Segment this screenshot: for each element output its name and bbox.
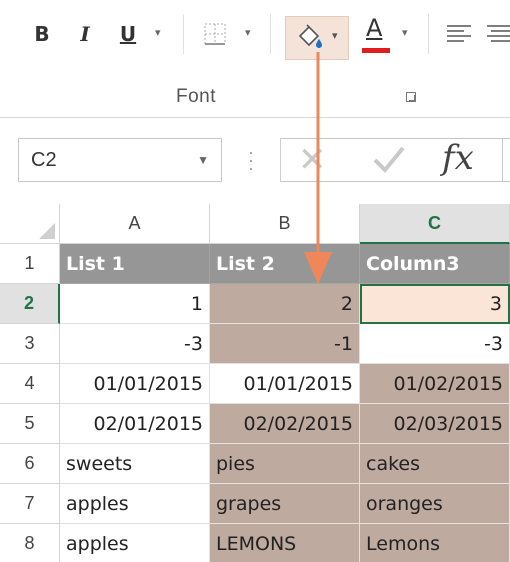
- cell-a7[interactable]: apples: [60, 484, 210, 524]
- cell-a6[interactable]: sweets: [60, 444, 210, 484]
- align-center-icon[interactable]: [486, 24, 510, 42]
- underline-button[interactable]: U: [113, 16, 143, 52]
- column-header-b[interactable]: B: [210, 204, 360, 244]
- ribbon-divider: [183, 14, 184, 54]
- cell-b4[interactable]: 01/01/2015: [210, 364, 360, 404]
- cell-c7[interactable]: oranges: [360, 484, 510, 524]
- borders-icon[interactable]: [203, 22, 227, 46]
- cell-a8[interactable]: apples: [60, 524, 210, 562]
- column-header-c[interactable]: C: [360, 204, 510, 244]
- cell-b1[interactable]: List 2: [210, 244, 360, 284]
- align-left-icon[interactable]: [446, 24, 472, 42]
- italic-button[interactable]: I: [70, 16, 100, 52]
- cell-c5[interactable]: 02/03/2015: [360, 404, 510, 444]
- ribbon: B I U ▾ ▾ ▾ A ▾ Font: [0, 0, 510, 118]
- row-header-2[interactable]: 2: [0, 284, 60, 324]
- column-header-a[interactable]: A: [60, 204, 210, 244]
- paint-bucket-icon: [298, 24, 322, 48]
- cell-c8[interactable]: Lemons: [360, 524, 510, 562]
- name-box[interactable]: C2 ▼: [18, 138, 222, 182]
- cell-a2[interactable]: 1: [60, 284, 210, 324]
- cell-b7[interactable]: grapes: [210, 484, 360, 524]
- cell-a3[interactable]: -3: [60, 324, 210, 364]
- borders-dropdown-icon[interactable]: ▾: [245, 26, 251, 39]
- select-all-icon: [39, 223, 55, 239]
- cell-a4[interactable]: 01/01/2015: [60, 364, 210, 404]
- font-color-label: A: [366, 14, 383, 42]
- cell-a5[interactable]: 02/01/2015: [60, 404, 210, 444]
- formula-bar: C2 ▼ · · · ✕ fx: [0, 118, 510, 204]
- formula-bar-divider: [502, 138, 503, 182]
- row-header-4[interactable]: 4: [0, 364, 60, 404]
- cell-c2[interactable]: 3: [360, 284, 510, 324]
- name-box-dropdown-icon[interactable]: ▼: [197, 153, 209, 167]
- font-color-swatch: [362, 48, 390, 53]
- font-color-dropdown-icon[interactable]: ▾: [402, 26, 408, 39]
- row-header-7[interactable]: 7: [0, 484, 60, 524]
- cell-c3[interactable]: -3: [360, 324, 510, 364]
- cell-b2[interactable]: 2: [210, 284, 360, 324]
- font-group-label: Font: [176, 86, 217, 107]
- ribbon-divider: [428, 14, 429, 54]
- resize-handle-icon[interactable]: · · ·: [248, 143, 254, 177]
- cell-b5[interactable]: 02/02/2015: [210, 404, 360, 444]
- cell-c1[interactable]: Column3: [360, 244, 510, 284]
- row-header-1[interactable]: 1: [0, 244, 60, 284]
- cell-c6[interactable]: cakes: [360, 444, 510, 484]
- row-header-6[interactable]: 6: [0, 444, 60, 484]
- bold-button[interactable]: B: [27, 16, 57, 52]
- cell-b3[interactable]: -1: [210, 324, 360, 364]
- select-all-button[interactable]: [0, 204, 60, 244]
- fill-color-button[interactable]: ▾: [285, 16, 349, 60]
- ribbon-divider: [270, 14, 271, 54]
- fill-color-dropdown-icon[interactable]: ▾: [332, 29, 338, 42]
- row-header-3[interactable]: 3: [0, 324, 60, 364]
- cell-c4[interactable]: 01/02/2015: [360, 364, 510, 404]
- cell-b8[interactable]: LEMONS: [210, 524, 360, 562]
- row-header-5[interactable]: 5: [0, 404, 60, 444]
- cancel-icon[interactable]: ✕: [298, 143, 327, 177]
- row-header-8[interactable]: 8: [0, 524, 60, 562]
- cell-b6[interactable]: pies: [210, 444, 360, 484]
- dialog-launcher-icon[interactable]: [406, 92, 416, 102]
- cell-a1[interactable]: List 1: [60, 244, 210, 284]
- font-color-button[interactable]: A: [362, 14, 392, 54]
- name-box-value: C2: [31, 149, 57, 171]
- spreadsheet-grid: A B C 1 List 1 List 2 Column3 2 1 2 3 3 -3 -1 -3 4 01/01…: [0, 204, 510, 562]
- insert-function-icon[interactable]: fx: [442, 138, 474, 178]
- underline-dropdown-icon[interactable]: ▾: [155, 26, 161, 39]
- enter-icon[interactable]: [372, 144, 406, 174]
